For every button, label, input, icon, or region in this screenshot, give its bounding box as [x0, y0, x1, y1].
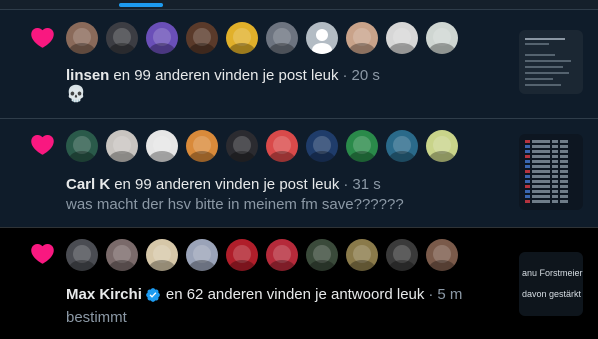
avatar[interactable] [346, 22, 378, 54]
avatar-row [66, 22, 458, 54]
verified-badge-icon [146, 288, 160, 302]
post-text: 💀 [66, 86, 86, 103]
avatar[interactable] [426, 130, 458, 162]
thumbnail-line [525, 180, 575, 184]
avatar[interactable] [186, 22, 218, 54]
post-text: bestimmt [66, 309, 127, 326]
notification-item[interactable]: Max Kirchi en 62 anderen vinden je antwo… [0, 227, 598, 339]
separator: · [342, 67, 348, 84]
thumbnail-line [525, 155, 575, 159]
avatar[interactable] [186, 239, 218, 271]
user-name-link[interactable]: linsen [66, 67, 109, 85]
avatar[interactable] [306, 130, 338, 162]
timestamp: 31 s [352, 176, 381, 193]
separator: · [343, 176, 349, 193]
timestamp: 20 s [351, 67, 380, 84]
user-name-link[interactable]: Max Kirchi [66, 286, 142, 304]
avatar[interactable] [266, 130, 298, 162]
avatar[interactable] [386, 22, 418, 54]
avatar[interactable] [266, 239, 298, 271]
thumbnail-line [525, 60, 571, 62]
action-text: en 62 anderen vinden je antwoord leuk [165, 286, 425, 303]
user-name-link[interactable]: Carl K [66, 176, 110, 194]
thumbnail-line: anu Forstmeier [522, 268, 583, 278]
thumbnail-line [525, 170, 575, 174]
avatar[interactable] [346, 130, 378, 162]
avatar[interactable] [186, 130, 218, 162]
separator: · [428, 286, 434, 303]
post-thumbnail[interactable]: anu Forstmeier davon gestärkt ra [519, 252, 583, 316]
post-thumbnail[interactable] [519, 134, 583, 210]
notification-text: Carl K en 99 anderen vinden je post leuk… [66, 176, 381, 194]
thumbnail-line [525, 72, 569, 74]
thumbnail-line [525, 140, 575, 144]
avatar[interactable] [386, 130, 418, 162]
thumbnail-line [525, 165, 575, 169]
avatar[interactable] [346, 239, 378, 271]
avatar[interactable] [426, 22, 458, 54]
avatar[interactable] [66, 130, 98, 162]
thumbnail-line [525, 195, 575, 199]
avatar[interactable] [106, 239, 138, 271]
avatar[interactable] [266, 22, 298, 54]
thumbnail-line [525, 175, 575, 179]
active-tab-indicator [119, 3, 163, 7]
avatar[interactable] [226, 239, 258, 271]
thumbnail-line [525, 160, 575, 164]
thumbnail-line [525, 145, 575, 149]
thumbnail-line [525, 78, 553, 80]
notification-text: Max Kirchi en 62 anderen vinden je antwo… [66, 286, 462, 304]
notification-item[interactable]: Carl K en 99 anderen vinden je post leuk… [0, 118, 598, 227]
thumbnail-line [525, 185, 575, 189]
action-text: en 99 anderen vinden je post leuk [114, 176, 340, 193]
post-text: was macht der hsv bitte in meinem fm sav… [66, 196, 404, 213]
notification-text: linsen en 99 anderen vinden je post leuk… [66, 67, 380, 85]
heart-icon [31, 134, 54, 155]
heart-icon [31, 243, 54, 264]
avatar[interactable] [306, 22, 338, 54]
post-thumbnail[interactable] [519, 30, 583, 94]
avatar[interactable] [106, 130, 138, 162]
avatar[interactable] [66, 22, 98, 54]
thumbnail-line [525, 84, 561, 86]
avatar[interactable] [106, 22, 138, 54]
thumbnail-line [525, 190, 575, 194]
thumbnail-line [525, 66, 563, 68]
avatar[interactable] [66, 239, 98, 271]
avatar[interactable] [146, 130, 178, 162]
thumbnail-line [525, 150, 575, 154]
avatar[interactable] [426, 239, 458, 271]
avatar[interactable] [146, 22, 178, 54]
avatar[interactable] [226, 130, 258, 162]
thumbnail-line [525, 38, 565, 40]
thumbnail-line [525, 200, 575, 204]
avatar[interactable] [306, 239, 338, 271]
avatar[interactable] [146, 239, 178, 271]
timestamp: 5 m [437, 286, 463, 303]
avatar[interactable] [226, 22, 258, 54]
thumbnail-line: davon gestärkt ra [522, 289, 583, 299]
avatar[interactable] [386, 239, 418, 271]
thumbnail-line [525, 54, 555, 56]
notification-item[interactable]: linsen en 99 anderen vinden je post leuk… [0, 9, 598, 118]
avatar-row [66, 130, 458, 162]
heart-icon [31, 27, 54, 48]
thumbnail-line [525, 43, 549, 45]
action-text: en 99 anderen vinden je post leuk [113, 67, 339, 84]
avatar-row [66, 239, 458, 271]
